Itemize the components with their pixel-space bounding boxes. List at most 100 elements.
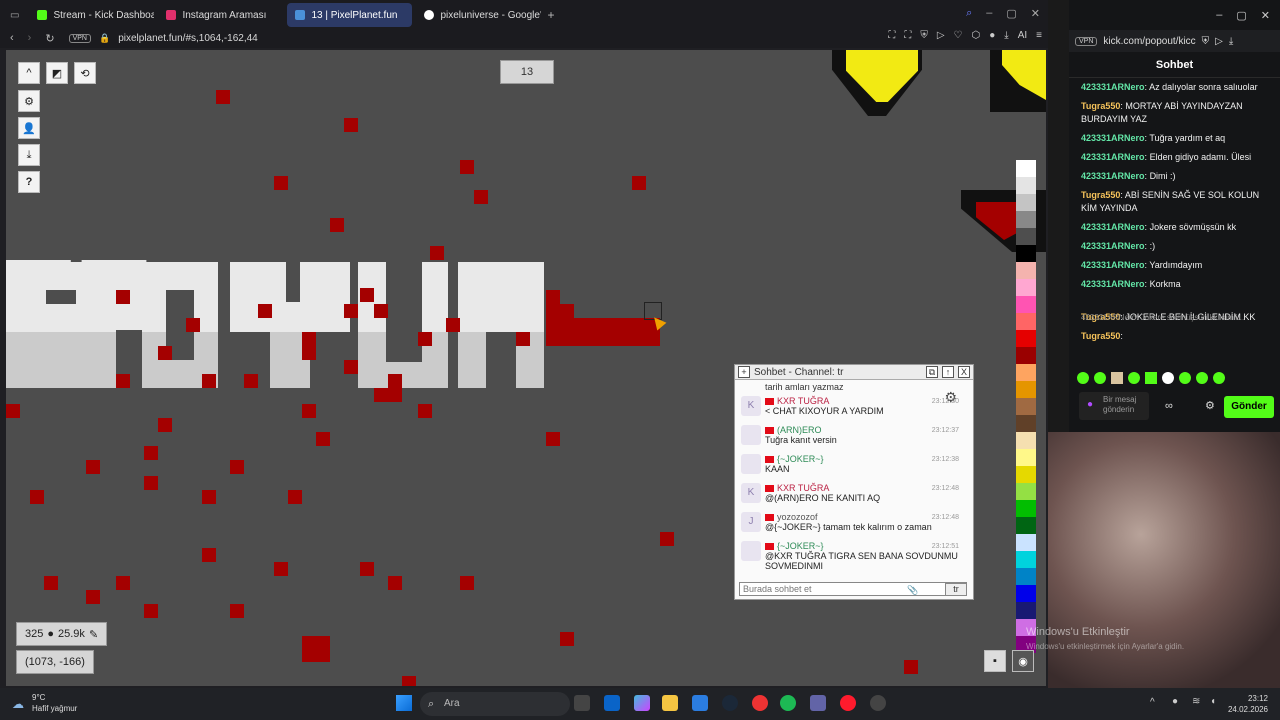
kick-username[interactable]: Tugra550 [1081, 331, 1120, 341]
palette-swatch[interactable] [1016, 364, 1036, 381]
palette-swatch[interactable] [1016, 500, 1036, 517]
emote-icon[interactable] [1196, 372, 1208, 384]
maximize-button[interactable]: ▢ [1236, 9, 1246, 22]
palette-swatch[interactable] [1016, 194, 1036, 211]
taskbar-search[interactable]: Ara [420, 692, 570, 716]
emote-icon[interactable] [1162, 372, 1174, 384]
vpn-badge[interactable]: VPN [1075, 36, 1098, 46]
chat-toggle-icon[interactable]: ▪ [984, 650, 1006, 672]
palette-swatch[interactable] [1016, 313, 1036, 330]
store-icon[interactable] [692, 695, 708, 711]
collapse-button[interactable]: ^ [18, 62, 40, 84]
emote-icon[interactable] [1179, 372, 1191, 384]
microphone-icon[interactable]: ● [1172, 696, 1178, 707]
kick-username[interactable]: 423331ARNero [1081, 241, 1145, 251]
minimize-button[interactable]: – [986, 7, 992, 20]
palette-swatch[interactable] [1016, 585, 1036, 602]
menu-icon[interactable]: ≡ [1036, 30, 1042, 41]
palette-swatch[interactable] [1016, 602, 1036, 619]
shield-icon[interactable]: ⛨ [1202, 36, 1210, 47]
avatar[interactable]: J [741, 512, 761, 532]
reload-icon[interactable]: ↻ [45, 32, 54, 45]
kick-username[interactable]: 423331ARNero [1081, 171, 1145, 181]
kick-username[interactable]: Tugra550 [1081, 101, 1120, 111]
camera-icon[interactable]: ⛶ [904, 30, 911, 41]
vpn-badge[interactable]: VPN [68, 33, 91, 43]
infinity-icon[interactable]: ∞ [1165, 400, 1173, 412]
minimize-button[interactable]: – [1216, 9, 1222, 21]
spotify-icon[interactable] [780, 695, 796, 711]
heart-icon[interactable]: ♡ [954, 30, 963, 41]
maximize-button[interactable]: ▢ [1006, 7, 1016, 20]
tab-pixelplanet[interactable]: 13 | PixelPlanet.fun [287, 3, 413, 27]
emote-icon[interactable] [1213, 372, 1225, 384]
palette-swatch[interactable] [1016, 228, 1036, 245]
add-channel-button[interactable]: + [738, 366, 750, 378]
kick-username[interactable]: 423331ARNero [1081, 133, 1145, 143]
palette-swatch[interactable] [1016, 432, 1036, 449]
palette-swatch[interactable] [1016, 551, 1036, 568]
app-icon[interactable] [752, 695, 768, 711]
volume-icon[interactable]: ◖ [1210, 696, 1216, 707]
kick-username[interactable]: 423331ARNero [1081, 82, 1145, 92]
emote-icon[interactable] [1145, 372, 1157, 384]
tab-google[interactable]: pixeluniverse - Google'da [416, 3, 541, 27]
ai-button[interactable]: AI [1018, 30, 1027, 41]
avatar[interactable] [741, 454, 761, 474]
send-button[interactable]: Gönder [1224, 396, 1274, 418]
close-button[interactable]: ✕ [1031, 7, 1040, 20]
wifi-icon[interactable]: ≋ [1192, 696, 1200, 707]
play-icon[interactable]: ▷ [937, 30, 945, 41]
palette-swatch[interactable] [1016, 398, 1036, 415]
emote-icon[interactable] [1094, 372, 1106, 384]
opera-icon[interactable] [840, 695, 856, 711]
new-tab-button[interactable]: + [547, 8, 554, 22]
kick-username[interactable]: 423331ARNero [1081, 260, 1145, 270]
close-chat-button[interactable]: X [958, 366, 970, 378]
steam-icon[interactable] [722, 695, 738, 711]
palette-toggle-icon[interactable]: ◉ [1012, 650, 1034, 672]
chat-username[interactable]: KXR TUĞRA [777, 396, 829, 406]
outlook-icon[interactable] [604, 695, 620, 711]
palette-swatch[interactable] [1016, 211, 1036, 228]
kick-username[interactable]: 423331ARNero [1081, 152, 1145, 162]
download-icon[interactable]: ⤓ [1229, 36, 1233, 47]
emote-icon[interactable] [1077, 372, 1089, 384]
play-icon[interactable]: ▷ [1215, 36, 1223, 47]
palette-swatch[interactable] [1016, 245, 1036, 262]
avatar[interactable] [741, 425, 761, 445]
coordinates-display[interactable]: (1073, -166) [16, 650, 94, 674]
attach-icon[interactable]: 📎 [907, 585, 918, 596]
kick-username[interactable]: 423331ARNero [1081, 279, 1145, 289]
search-tabs-icon[interactable]: ⌕ [966, 7, 972, 20]
emote-icon[interactable] [1128, 372, 1140, 384]
forward-icon[interactable]: › [28, 32, 32, 44]
chat-username[interactable]: KXR TUĞRA [777, 483, 829, 493]
shield-icon[interactable]: ⛨ [920, 30, 928, 41]
app-icon[interactable] [870, 695, 886, 711]
up-icon[interactable]: ↑ [942, 366, 954, 378]
palette-swatch[interactable] [1016, 330, 1036, 347]
chat-username[interactable]: {~JOKER~} [777, 454, 824, 464]
help-icon[interactable]: ? [18, 171, 40, 193]
edit-icon[interactable]: ◩ [46, 62, 68, 84]
chat-input[interactable]: Burada sohbet et [739, 582, 967, 596]
download-icon[interactable]: ⤓ [18, 144, 40, 166]
move-icon[interactable]: ⟲ [74, 62, 96, 84]
chat-lang-button[interactable]: tr [945, 583, 967, 596]
palette-swatch[interactable] [1016, 483, 1036, 500]
profile-icon[interactable]: ● [989, 30, 995, 41]
tab-kick-dashboard[interactable]: Stream - Kick Dashboard [29, 3, 154, 27]
cube-icon[interactable]: ⬡ [972, 30, 981, 41]
tab-strip-icon[interactable]: ▭ [10, 10, 19, 21]
palette-swatch[interactable] [1016, 415, 1036, 432]
avatar[interactable]: K [741, 483, 761, 503]
palette-swatch[interactable] [1016, 160, 1036, 177]
kick-username[interactable]: 423331ARNero [1081, 222, 1145, 232]
microphone-icon[interactable]: ● [1087, 399, 1093, 410]
close-button[interactable]: ✕ [1261, 9, 1270, 22]
chat-username[interactable]: {~JOKER~} [777, 541, 824, 551]
palette-swatch[interactable] [1016, 381, 1036, 398]
copilot-icon[interactable] [634, 695, 650, 711]
avatar[interactable]: K [741, 396, 761, 416]
